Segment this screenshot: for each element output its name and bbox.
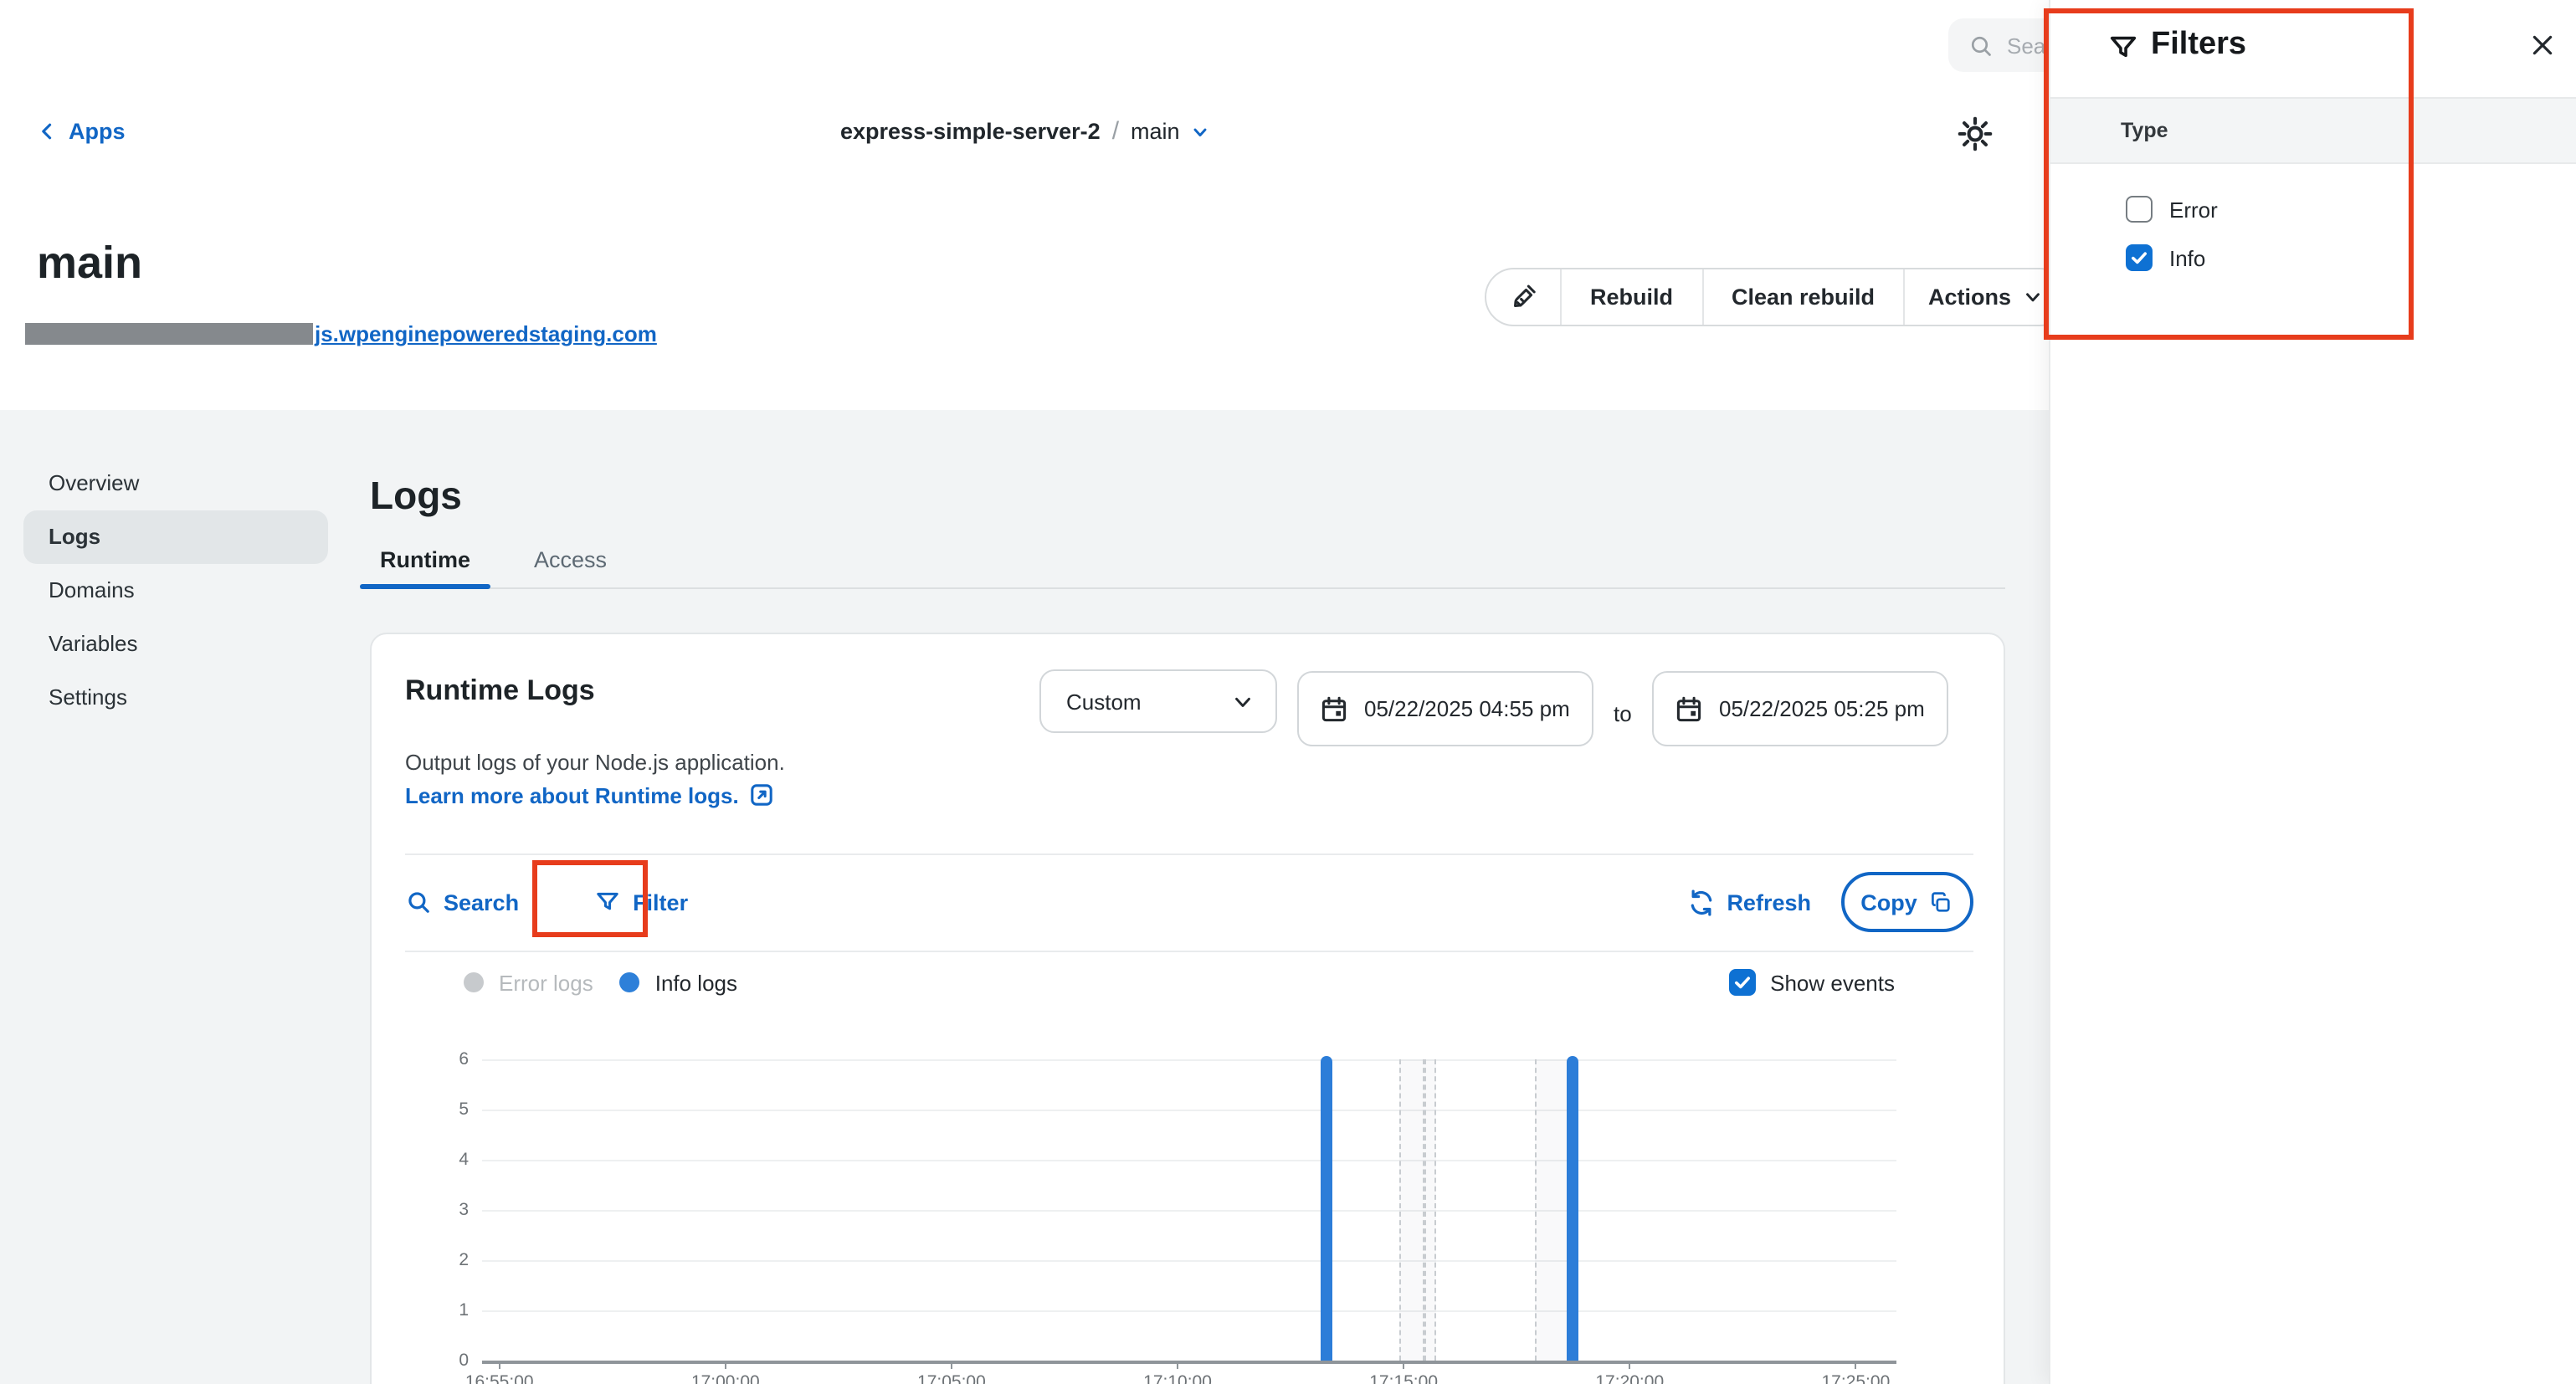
- gridline: [482, 1210, 1896, 1212]
- ytick: 4: [385, 1150, 469, 1170]
- runtime-logs-card: Runtime Logs Custom 05/22/2025 04:55 pm …: [370, 633, 2005, 1384]
- info-option-label: Info: [2169, 245, 2205, 270]
- environment-sidebar: Overview Logs Domains Variables Settings: [23, 457, 328, 725]
- search-icon: [1968, 33, 1994, 58]
- bar: [1321, 1056, 1332, 1361]
- close-icon: [2529, 32, 2556, 59]
- gridline: [482, 1059, 1896, 1061]
- logs-tabs: Runtime Access: [360, 532, 2005, 589]
- chevron-down-icon: [1190, 121, 1210, 141]
- filter-option-info[interactable]: Info: [2126, 244, 2205, 271]
- tab-runtime[interactable]: Runtime: [360, 532, 490, 587]
- xtick: 17:10:00: [1111, 1372, 1244, 1384]
- ytick: 1: [385, 1300, 469, 1320]
- tickmark: [1629, 1361, 1631, 1369]
- filters-panel-header: Filters: [2050, 0, 2576, 99]
- redacted-url-block: [25, 323, 313, 345]
- environment-url-link[interactable]: js.wpenginepoweredstaging.com: [25, 321, 657, 346]
- xtick: 17:15:00: [1337, 1372, 1470, 1384]
- actions-dropdown-button[interactable]: Actions: [1903, 269, 2066, 325]
- ytick: 0: [385, 1351, 469, 1371]
- xtick: 17:20:00: [1563, 1372, 1696, 1384]
- gridline: [482, 1310, 1896, 1312]
- environment-name: main: [1131, 119, 1180, 144]
- sidebar-item-logs[interactable]: Logs: [23, 510, 328, 564]
- settings-gear-button[interactable]: [1955, 114, 1995, 154]
- axisline: [482, 1361, 1896, 1364]
- environment-url-text: js.wpenginepoweredstaging.com: [315, 321, 657, 346]
- runtime-logs-chart: 0 1 2 3 4 5 6 16:55:00 17:00:00 17:05:00 17:10:00 1…: [372, 634, 2007, 1384]
- ytick: 3: [385, 1200, 469, 1220]
- xtick: 17:00:00: [659, 1372, 793, 1384]
- breadcrumb: express-simple-server-2 / main: [840, 89, 1210, 174]
- clean-rebuild-button[interactable]: Clean rebuild: [1701, 269, 1903, 325]
- purge-cache-button[interactable]: [1486, 269, 1560, 325]
- gear-icon: [1955, 114, 1995, 154]
- funnel-icon: [2107, 32, 2139, 64]
- error-option-label: Error: [2169, 197, 2218, 222]
- filter-option-error[interactable]: Error: [2126, 196, 2218, 223]
- sidebar-item-overview[interactable]: Overview: [23, 457, 328, 510]
- back-to-apps-link[interactable]: Apps: [37, 89, 126, 174]
- ytick: 5: [385, 1100, 469, 1120]
- actions-label: Actions: [1928, 284, 2011, 310]
- logs-section-title: Logs: [370, 474, 462, 520]
- sidebar-item-settings[interactable]: Settings: [23, 671, 328, 725]
- filters-type-section: Type: [2050, 99, 2576, 164]
- filters-type-label: Type: [2121, 99, 2168, 164]
- info-checkbox[interactable]: [2126, 244, 2153, 271]
- bar: [1567, 1056, 1578, 1361]
- breadcrumb-app-name[interactable]: express-simple-server-2: [840, 119, 1101, 144]
- environment-switcher[interactable]: main: [1131, 119, 1210, 144]
- chevron-left-icon: [37, 120, 59, 142]
- evwindow: [1399, 1059, 1425, 1361]
- gridline: [482, 1160, 1896, 1161]
- tickmark: [498, 1361, 500, 1369]
- xtick: 16:55:00: [433, 1372, 567, 1384]
- gridline: [482, 1110, 1896, 1111]
- page-title: main: [37, 238, 142, 290]
- filters-panel: Filters Type Error Info: [2049, 0, 2576, 1384]
- tickmark: [950, 1361, 952, 1369]
- rebuild-button[interactable]: Rebuild: [1560, 269, 1701, 325]
- chevron-down-icon: [2021, 286, 2043, 308]
- close-filters-button[interactable]: [2521, 23, 2564, 67]
- xtick: 17:25:00: [1788, 1372, 1922, 1384]
- filters-panel-title: Filters: [2151, 27, 2246, 64]
- broom-icon: [1507, 281, 1539, 313]
- page: Sea Apps express-simple-server-2 / main: [0, 0, 2576, 1384]
- sidebar-item-domains[interactable]: Domains: [23, 564, 328, 618]
- back-label: Apps: [69, 119, 126, 144]
- breadcrumb-separator: /: [1112, 117, 1119, 146]
- tickmark: [1403, 1361, 1405, 1369]
- search-placeholder: Sea: [2007, 33, 2045, 58]
- ytick: 2: [385, 1250, 469, 1270]
- tickmark: [724, 1361, 726, 1369]
- gridline: [482, 1260, 1896, 1262]
- environment-actions-group: Rebuild Clean rebuild Actions: [1485, 268, 2068, 326]
- evwindow: [1424, 1059, 1436, 1361]
- tickmark: [1177, 1361, 1179, 1369]
- tickmark: [1855, 1361, 1857, 1369]
- error-checkbox[interactable]: [2126, 196, 2153, 223]
- tab-access[interactable]: Access: [514, 532, 627, 587]
- xtick: 17:05:00: [885, 1372, 1019, 1384]
- sidebar-item-variables[interactable]: Variables: [23, 618, 328, 671]
- ytick: 6: [385, 1049, 469, 1069]
